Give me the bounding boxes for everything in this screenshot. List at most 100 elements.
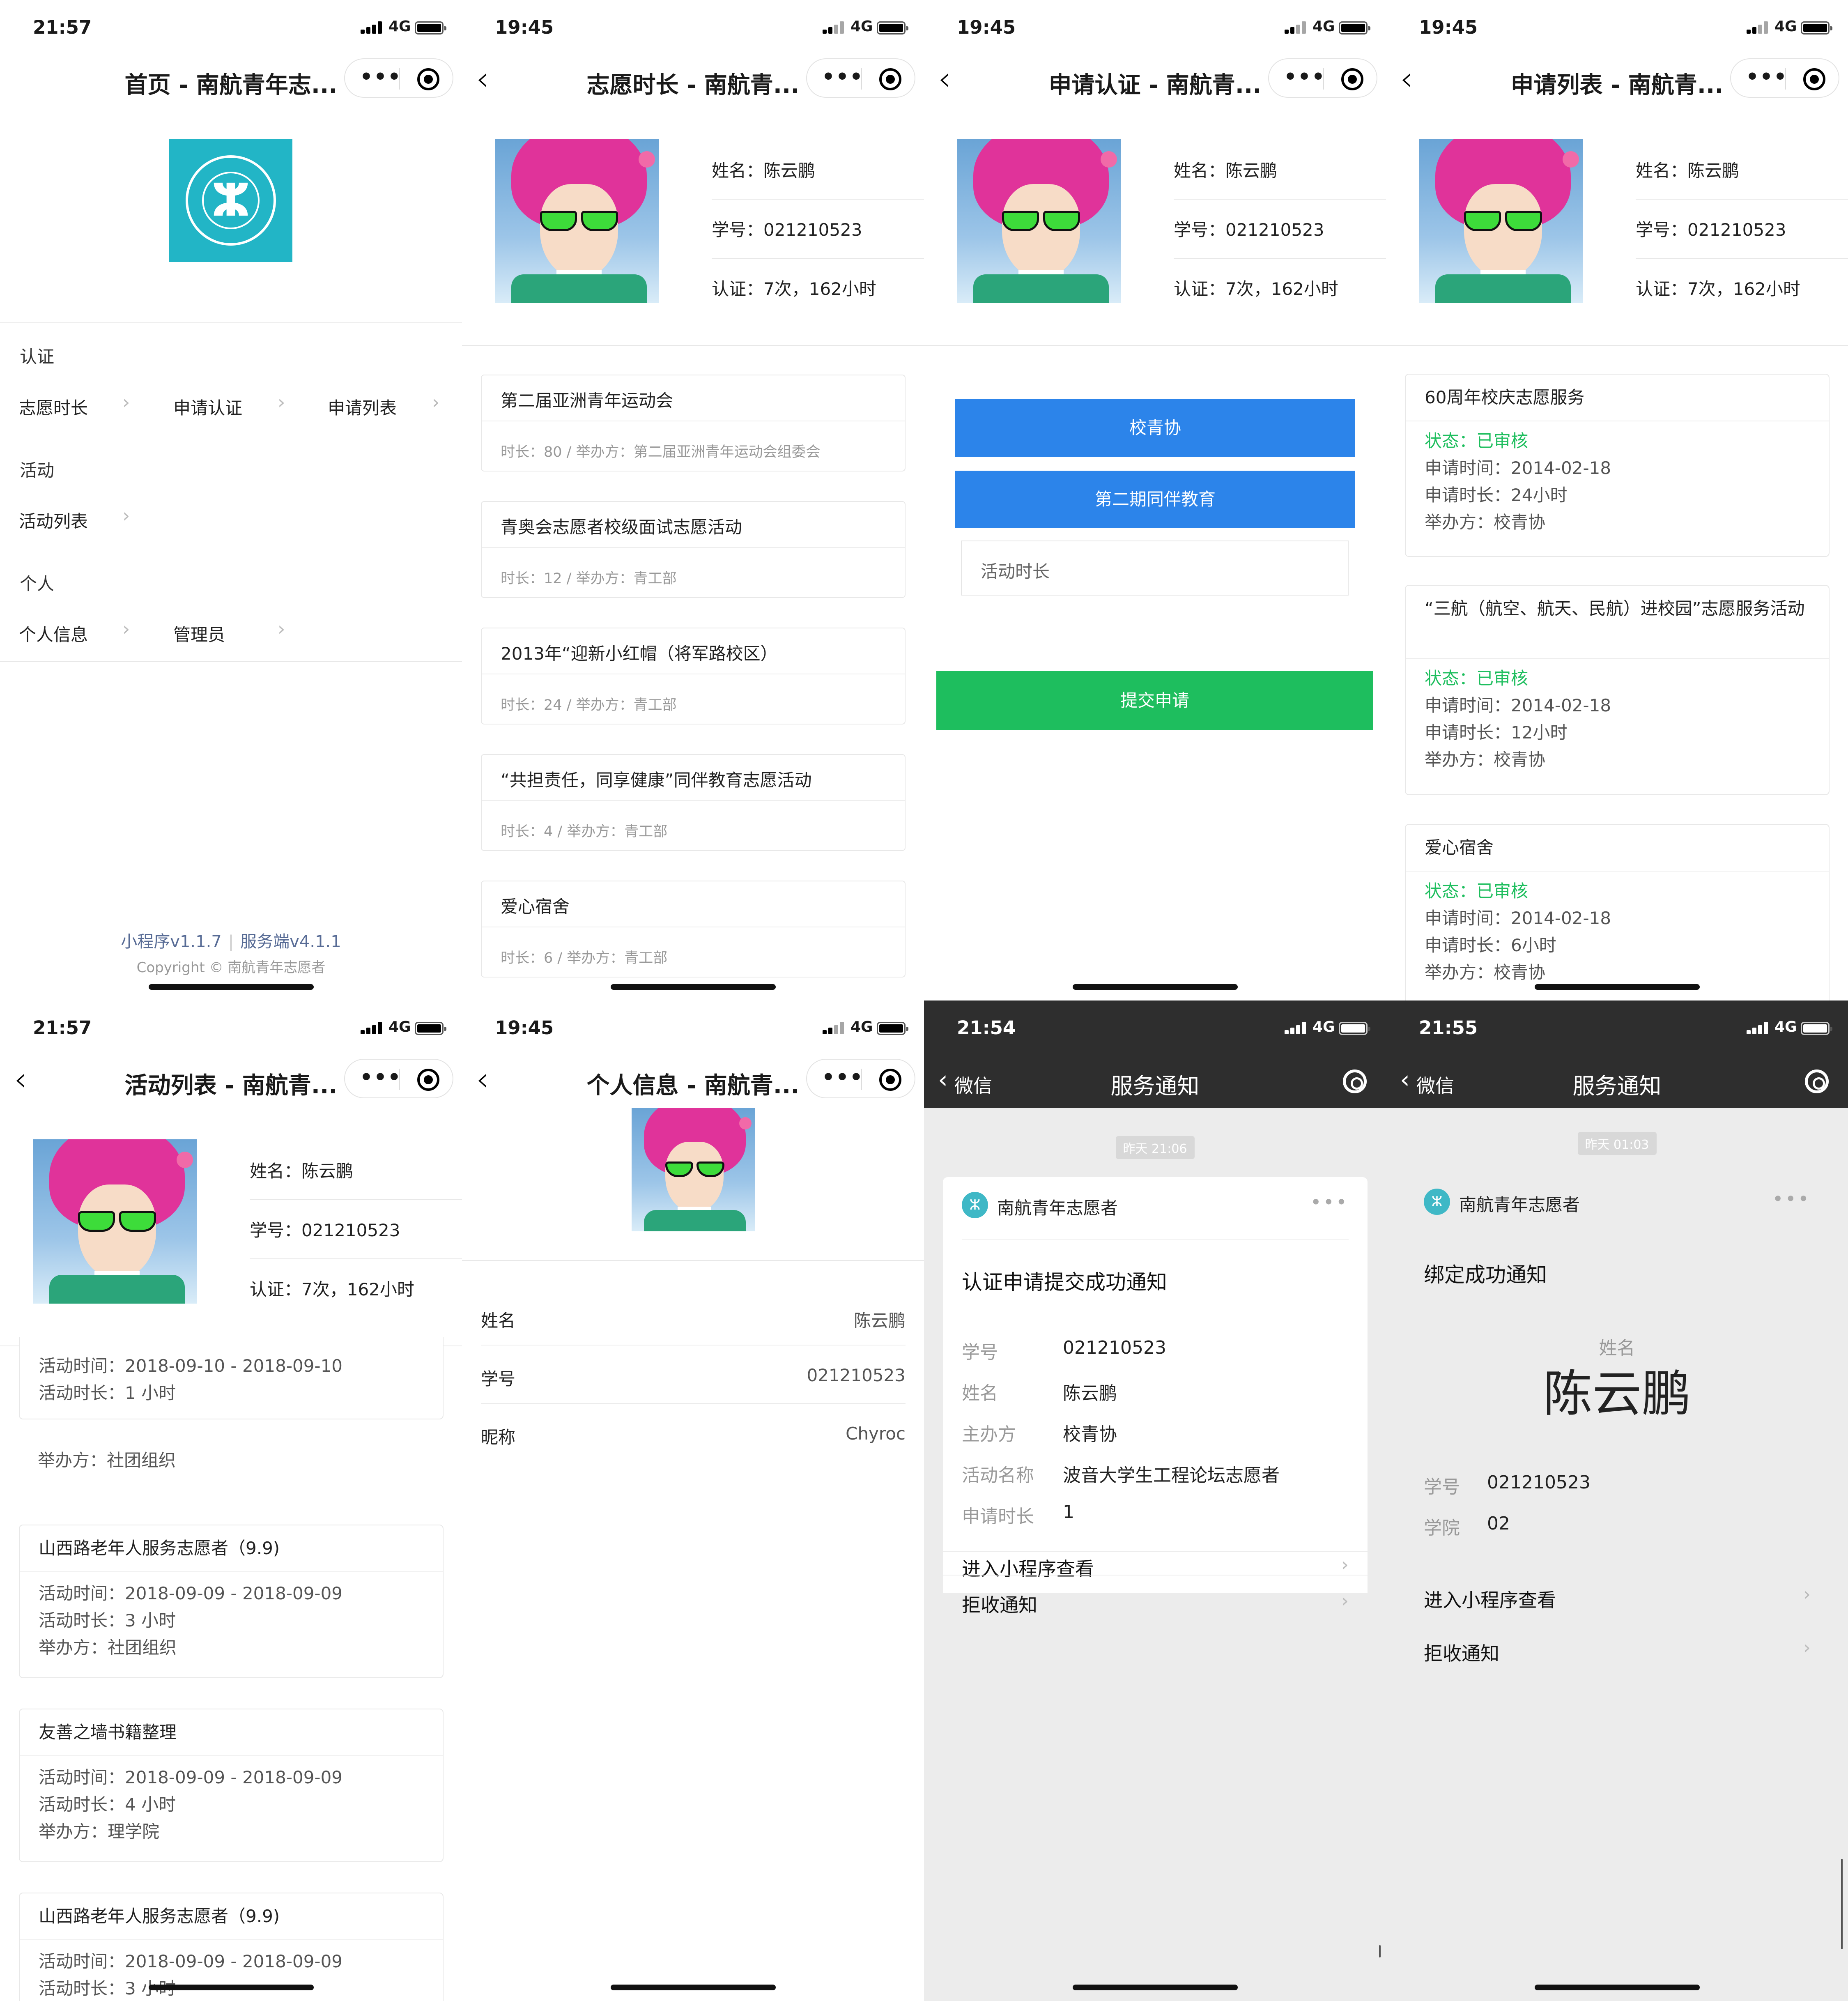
grid-item-hours[interactable]: 志愿时长 [19, 394, 88, 419]
close-target-icon[interactable] [1341, 68, 1363, 90]
network-label: 4G [388, 1019, 411, 1035]
status-time: 21:57 [33, 1017, 92, 1039]
card-title: 友善之墙书籍整理 [39, 1722, 177, 1742]
more-icon[interactable]: ••• [360, 1065, 402, 1089]
close-target-icon[interactable] [417, 1069, 439, 1091]
grid-item-applist[interactable]: 申请列表 [328, 394, 397, 419]
divider [250, 1258, 462, 1259]
grid-item-admin[interactable]: 管理员 [173, 621, 225, 646]
battery-icon [415, 1022, 446, 1035]
network-label: 4G [850, 18, 873, 35]
version-client-link[interactable]: 小程序v1.1.7 [121, 932, 221, 951]
avatar-glasses-left [78, 1211, 115, 1232]
field-key: 学号 [1424, 1477, 1460, 1497]
hours-input[interactable]: 活动时长 [961, 540, 1349, 596]
account-avatar-icon: ⵣ [1424, 1189, 1450, 1215]
hours-card[interactable]: 爱心宿舍 时长：6 / 举办方：青工部 [481, 881, 906, 978]
avatar-hairpin [177, 1152, 193, 1168]
reject-row[interactable]: 拒收通知 › [943, 1576, 1368, 1629]
activity-picker-button[interactable]: 第二期同伴教育 [955, 471, 1355, 528]
reject-row[interactable]: 拒收通知 › [1405, 1624, 1830, 1677]
reject-label: 拒收通知 [1424, 1642, 1499, 1665]
divider [1174, 258, 1386, 259]
gear-icon[interactable] [1343, 1070, 1367, 1093]
close-target-icon[interactable] [417, 68, 439, 90]
version-separator: | [228, 932, 234, 951]
apply-time: 申请时间：2014-02-18 [1425, 695, 1611, 715]
capsule-divider [399, 68, 400, 90]
battery-icon [877, 1022, 908, 1035]
grid-item-apply[interactable]: 申请认证 [173, 394, 242, 419]
status-bar: 19:45 4G [924, 0, 1386, 54]
hours-card[interactable]: 第二届亚洲青年运动会 时长：80 / 举办方：第二届亚洲青年运动会组委会 [481, 375, 906, 472]
signal-icon [1285, 1022, 1308, 1034]
more-icon[interactable]: ••• [822, 1065, 864, 1089]
activity-card[interactable]: 山西路老年人服务志愿者（9.9) 活动时间：2018-09-09 - 2018-… [19, 1525, 444, 1678]
scrollbar[interactable] [1841, 1859, 1843, 1949]
signal-icon [823, 1022, 846, 1034]
capsule-menu[interactable]: ••• [1268, 58, 1377, 98]
nav-bar: ‹ 志愿时长 - 南航青... ••• [462, 54, 924, 108]
more-icon[interactable]: ••• [1310, 1191, 1349, 1213]
field-key: 学号 [962, 1342, 998, 1363]
application-card[interactable]: “三航（航空、航天、民航）进校园”志愿服务活动 状态：已审核 申请时间：2014… [1405, 585, 1830, 795]
gear-icon[interactable] [1805, 1070, 1829, 1093]
grid-item-activities[interactable]: 活动列表 [19, 508, 88, 533]
version-server-link[interactable]: 服务端v4.1.1 [240, 932, 341, 951]
close-target-icon[interactable] [1803, 68, 1825, 90]
open-miniprogram-row[interactable]: 进入小程序查看 › [1405, 1571, 1830, 1623]
network-label: 4G [1774, 18, 1797, 35]
status-bar: 21:57 4G [0, 1000, 462, 1055]
activity-time: 活动时间：2018-09-10 - 2018-09-10 [39, 1356, 343, 1376]
profile-cert: 认证：7次，162小时 [1174, 279, 1338, 299]
avatar-glasses-right [1505, 211, 1542, 231]
notification-content: ⵣ 南航青年志愿者 ••• 绑定成功通知 [1405, 1174, 1830, 1852]
field-value: 021210523 [1487, 1472, 1591, 1493]
profile-id: 学号：021210523 [712, 220, 862, 240]
chevron-right-icon: › [122, 504, 130, 527]
capsule-menu[interactable]: ••• [806, 58, 915, 98]
hours-card[interactable]: 青奥会志愿者校级面试志愿活动 时长：12 / 举办方：青工部 [481, 501, 906, 598]
application-card[interactable]: 60周年校庆志愿服务 状态：已审核 申请时间：2014-02-18 申请时长：2… [1405, 374, 1830, 557]
org-picker-button[interactable]: 校青协 [955, 399, 1355, 457]
hours-card[interactable]: “共担责任，同享健康”同伴教育志愿活动 时长：4 / 举办方：青工部 [481, 754, 906, 851]
submit-button[interactable]: 提交申请 [936, 671, 1373, 730]
more-icon[interactable]: ••• [1284, 65, 1326, 89]
card-divider [20, 1571, 443, 1572]
more-icon[interactable]: ••• [1746, 65, 1788, 89]
hours-card[interactable]: 2013年“迎新小红帽（将军路校区） 时长：24 / 举办方：青工部 [481, 628, 906, 724]
nav-bar: ‹ 活动列表 - 南航青... ••• [0, 1055, 462, 1108]
more-icon[interactable]: ••• [822, 65, 864, 89]
capsule-menu[interactable]: ••• [806, 1059, 915, 1098]
apply-org: 举办方：校青协 [1425, 512, 1546, 532]
signal-icon [823, 21, 846, 34]
more-icon[interactable]: ••• [1772, 1188, 1811, 1210]
scrollbar[interactable] [1379, 1945, 1381, 1957]
capsule-menu[interactable]: ••• [344, 1059, 453, 1098]
grid-item-personal-info[interactable]: 个人信息 [19, 621, 88, 646]
activity-card[interactable]: 友善之墙书籍整理 活动时间：2018-09-09 - 2018-09-09 活动… [19, 1709, 444, 1862]
avatar [1419, 139, 1583, 303]
close-target-icon[interactable] [879, 1069, 901, 1091]
chevron-right-icon: › [1803, 1583, 1811, 1605]
chevron-right-icon: › [122, 618, 130, 640]
apply-hours: 申请时长：6小时 [1425, 935, 1556, 955]
capsule-menu[interactable]: ••• [344, 58, 453, 98]
capsule-menu[interactable]: ••• [1730, 58, 1839, 98]
avatar-face [665, 1142, 724, 1212]
home-indicator [1535, 984, 1700, 990]
status-time: 19:45 [957, 16, 1016, 38]
open-miniprogram-label: 进入小程序查看 [1424, 1589, 1556, 1611]
activity-card[interactable]: 活动时间：2018-09-10 - 2018-09-10 活动时长：1 小时 [19, 1337, 444, 1419]
timestamp: 昨天 21:06 [924, 1136, 1386, 1159]
more-icon[interactable]: ••• [360, 65, 402, 89]
card-spacer [19, 1419, 444, 1424]
profile-name: 姓名：陈云鹏 [1636, 161, 1740, 181]
network-label: 4G [388, 18, 411, 35]
status-bar: 21:54 4G [924, 1000, 1386, 1055]
close-target-icon[interactable] [879, 68, 901, 90]
application-card[interactable]: 爱心宿舍 状态：已审核 申请时间：2014-02-18 申请时长：6小时 举办方… [1405, 824, 1830, 1000]
status-text: 状态：已审核 [1425, 881, 1529, 901]
profile-name: 姓名：陈云鹏 [712, 161, 816, 181]
avatar-coat [1435, 274, 1571, 303]
